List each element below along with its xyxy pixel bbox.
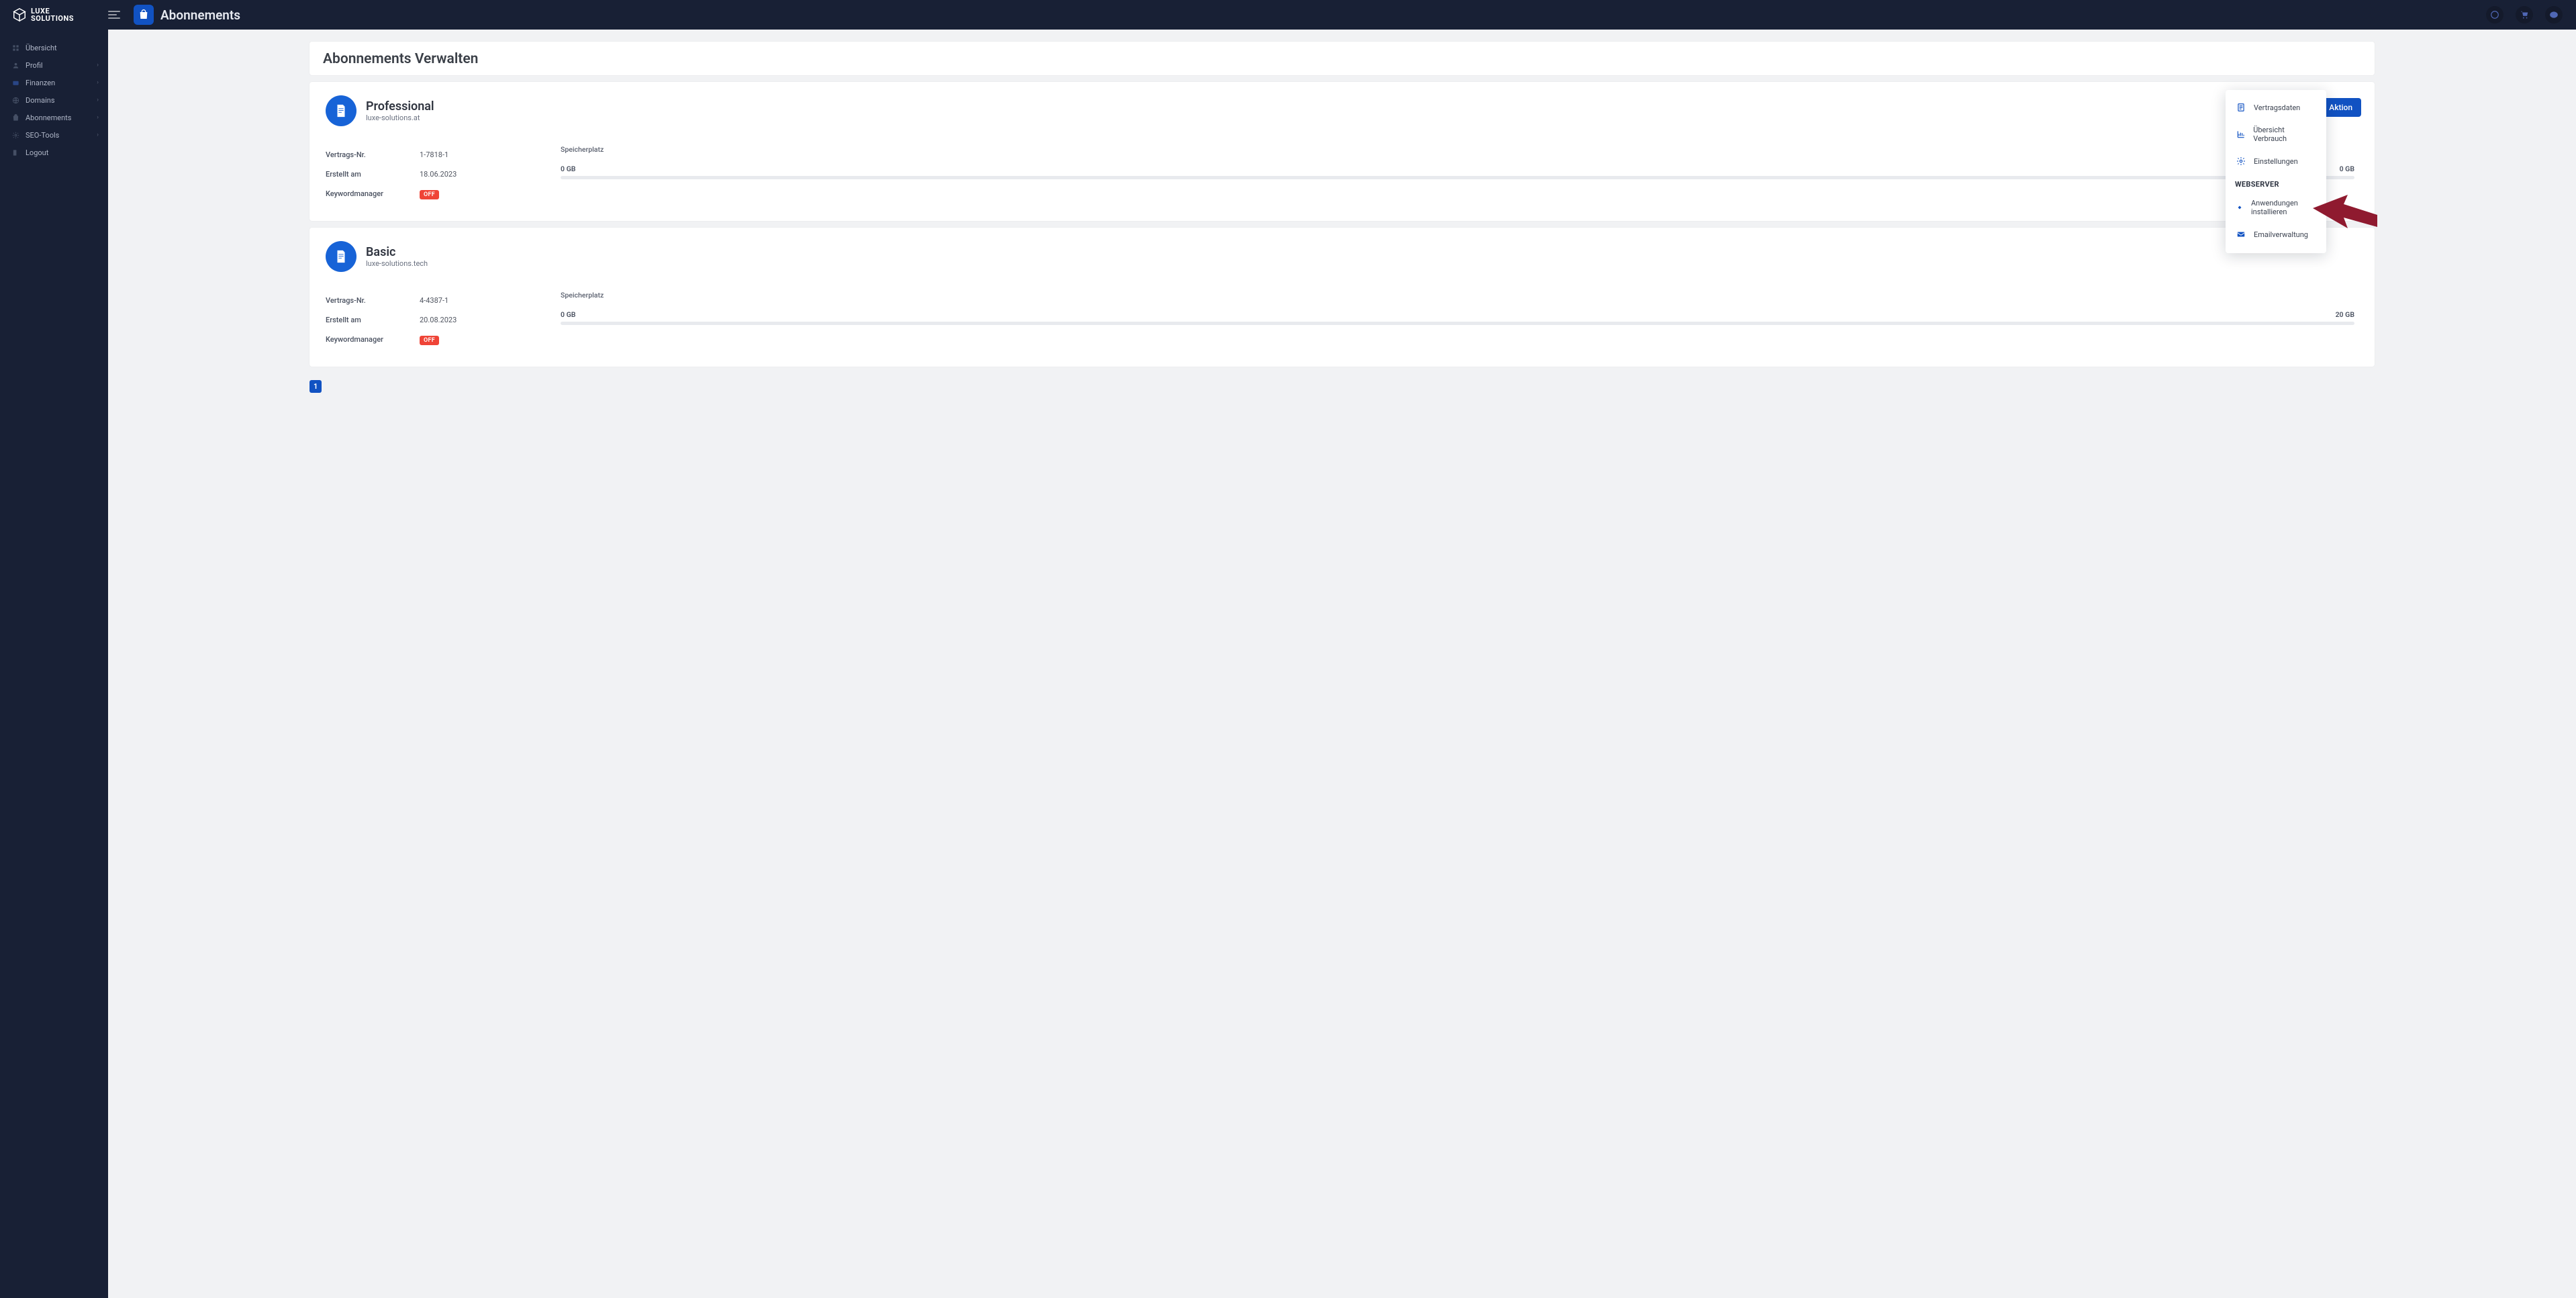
document-icon (2235, 101, 2247, 113)
sidebar-item-finanzen[interactable]: Finanzen › (0, 74, 108, 91)
sidebar-item-uebersicht[interactable]: Übersicht (0, 39, 108, 56)
subscription-icon (326, 241, 356, 272)
page-title: Abonnements (160, 7, 240, 23)
sidebar-item-logout[interactable]: Logout (0, 144, 108, 161)
page-button[interactable]: 1 (309, 380, 322, 393)
chart-icon (2235, 128, 2246, 140)
dd-item-verbrauch[interactable]: Übersicht Verbrauch (2226, 120, 2326, 149)
storage-used: 0 GB (561, 165, 575, 173)
kv-contract: Vertrags-Nr. 4-4387-1 (326, 291, 520, 310)
apps-icon (2235, 201, 2244, 214)
subscription-domain: luxe-solutions.at (366, 113, 434, 122)
storage-label: Speicherplatz (561, 291, 2354, 299)
globe-icon (11, 95, 20, 105)
status-badge-off: OFF (420, 190, 439, 199)
sidebar-item-label: Profil (26, 61, 91, 70)
chevron-right-icon: › (97, 79, 99, 86)
gear-icon (11, 130, 20, 140)
notifications-icon[interactable] (2486, 6, 2503, 24)
aktion-dropdown: Vertragsdaten Übersicht Verbrauch Einste… (2226, 90, 2326, 253)
dd-item-einstellungen[interactable]: Einstellungen (2226, 149, 2326, 173)
cube-icon (12, 7, 27, 22)
status-badge-off: OFF (420, 336, 439, 345)
storage-bar (561, 322, 2354, 325)
chevron-right-icon: › (97, 97, 99, 103)
exit-icon (11, 148, 20, 157)
aktion-label: Aktion (2329, 103, 2352, 112)
storage-used: 0 GB (561, 310, 575, 319)
sidebar-item-profil[interactable]: Profil › (0, 56, 108, 74)
subscription-name: Professional (366, 99, 434, 113)
email-icon (2235, 228, 2247, 240)
menu-toggle-icon[interactable] (108, 11, 120, 19)
bag-icon (138, 9, 149, 20)
sidebar-item-label: Logout (26, 148, 99, 157)
storage-total: 0 GB (2340, 165, 2354, 173)
sidebar-item-label: SEO-Tools (26, 131, 91, 140)
dd-item-label: Einstellungen (2254, 157, 2298, 166)
bag-icon (11, 113, 20, 122)
dd-item-label: Vertragsdaten (2254, 103, 2300, 112)
storage-bar (561, 176, 2354, 179)
kv-created: Erstellt am 20.08.2023 (326, 310, 520, 330)
settings-icon (2235, 155, 2247, 167)
chevron-right-icon: › (97, 132, 99, 138)
kv-keyword: Keywordmanager OFF (326, 330, 520, 351)
kv-keyword: Keywordmanager OFF (326, 184, 520, 205)
cart-icon[interactable] (2516, 6, 2533, 24)
storage-total: 20 GB (2336, 310, 2354, 319)
dd-item-label: Anwendungen installieren (2251, 199, 2317, 216)
subscription-name: Basic (366, 245, 428, 259)
subscription-domain: luxe-solutions.tech (366, 259, 428, 268)
subscription-card: Professional luxe-solutions.at ‹ Aktion … (309, 82, 2375, 221)
kv-created: Erstellt am 18.06.2023 (326, 165, 520, 184)
sidebar-item-label: Finanzen (26, 79, 91, 87)
sidebar-item-seo-tools[interactable]: SEO-Tools › (0, 126, 108, 144)
user-icon (11, 60, 20, 70)
kv-contract: Vertrags-Nr. 1-7818-1 (326, 145, 520, 165)
dd-item-vertragsdaten[interactable]: Vertragsdaten (2226, 95, 2326, 120)
sidebar: Übersicht Profil › Finanzen › Domains › … (0, 30, 108, 1298)
wallet-icon (11, 78, 20, 87)
dd-item-email[interactable]: Emailverwaltung (2226, 222, 2326, 246)
chevron-right-icon: › (97, 62, 99, 68)
sidebar-item-label: Übersicht (26, 44, 99, 52)
brand-logo[interactable]: LUXE SOLUTIONS (0, 7, 108, 22)
dd-item-label: Übersicht Verbrauch (2253, 126, 2317, 143)
user-menu-icon[interactable] (2545, 6, 2563, 24)
sidebar-item-abonnements[interactable]: Abonnements › (0, 109, 108, 126)
grid-icon (11, 43, 20, 52)
subscription-icon (326, 95, 356, 126)
page-icon (134, 5, 154, 25)
brand-text-2: SOLUTIONS (31, 15, 74, 22)
sidebar-item-domains[interactable]: Domains › (0, 91, 108, 109)
storage-label: Speicherplatz (561, 145, 2354, 154)
dd-section-webserver: WEBSERVER (2226, 173, 2326, 193)
panel-title: Abonnements Verwalten (323, 51, 2361, 67)
sidebar-item-label: Domains (26, 96, 91, 105)
chevron-right-icon: › (97, 114, 99, 121)
sidebar-item-label: Abonnements (26, 113, 91, 122)
dd-item-anwendungen[interactable]: Anwendungen installieren (2226, 193, 2326, 222)
subscription-card: Basic luxe-solutions.tech Vertrags-Nr. 4… (309, 228, 2375, 367)
dd-item-label: Emailverwaltung (2254, 230, 2308, 239)
